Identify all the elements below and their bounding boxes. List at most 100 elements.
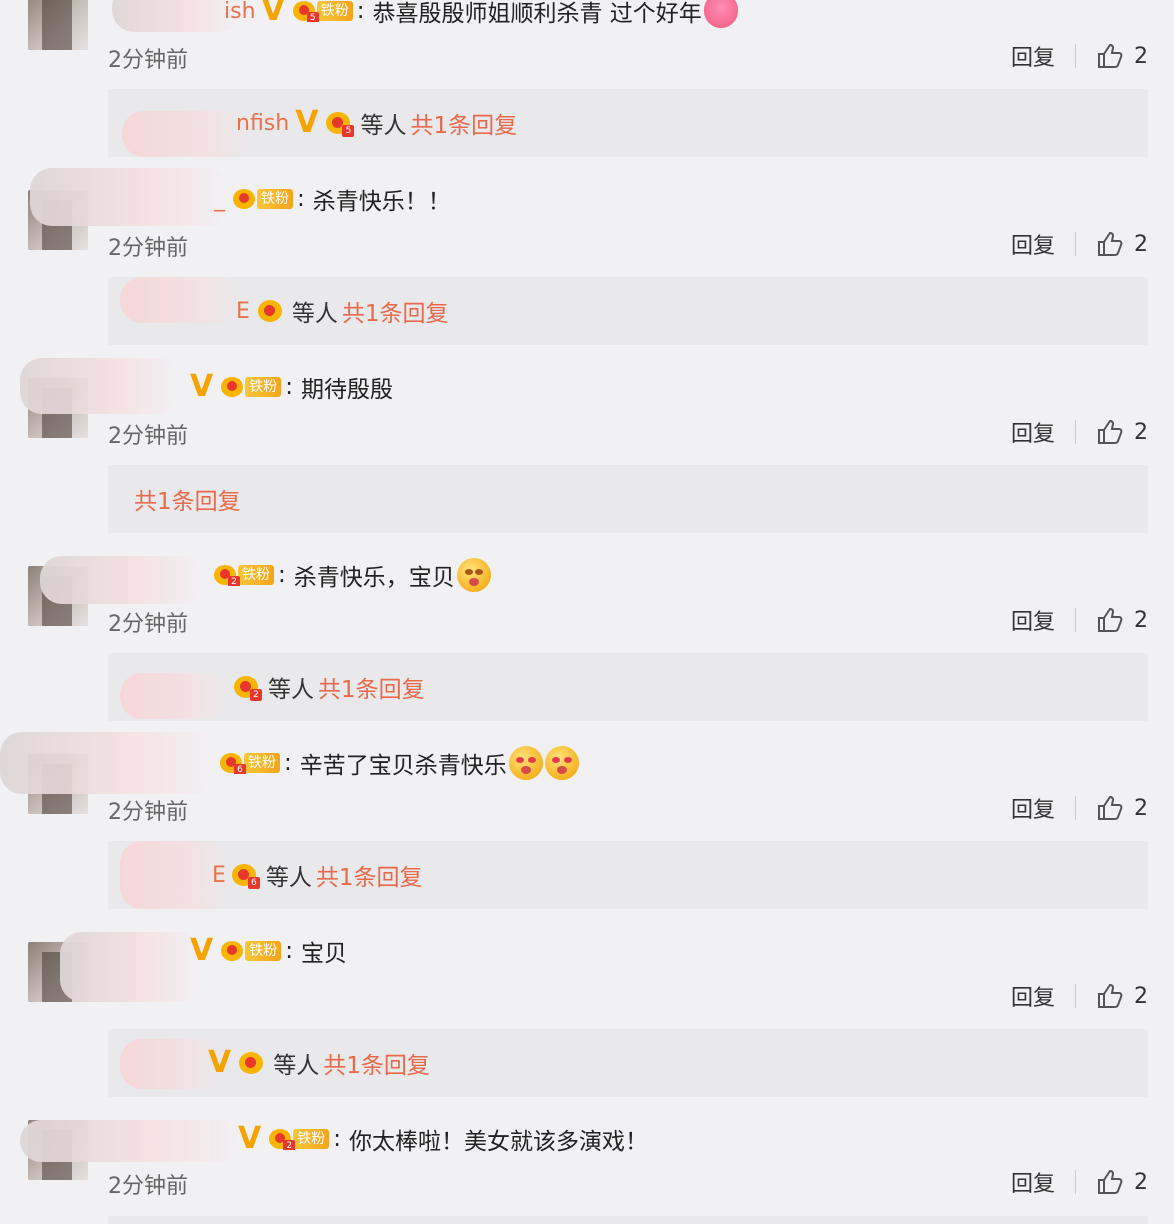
like-count: 2 — [1134, 43, 1148, 69]
verified-icon: V — [208, 1045, 232, 1080]
blurred-username — [20, 358, 180, 414]
fan-badge: 铁粉 — [219, 940, 282, 962]
heart-emoji-icon — [703, 0, 738, 28]
crown-icon — [219, 940, 247, 962]
blurred-username — [0, 732, 214, 794]
crown-icon: 2 — [232, 673, 262, 701]
heart-eyes-emoji-icon — [508, 746, 543, 780]
username[interactable]: _ — [214, 187, 225, 212]
fan-badge: 6 铁粉 — [218, 752, 280, 774]
thumbs-up-icon[interactable] — [1096, 230, 1124, 258]
sub-reply-count-link[interactable]: 共1条回复 — [316, 858, 423, 892]
kiss-emoji-icon — [456, 558, 491, 592]
comment-text: 期待殷殷 — [300, 377, 393, 403]
blurred-username — [122, 111, 252, 157]
sub-reply-people: 等人 — [265, 865, 312, 891]
like-count: 2 — [1134, 795, 1148, 821]
sub-reply-people: 等人 — [273, 1053, 320, 1079]
crown-icon — [231, 188, 259, 210]
blurred-username — [120, 673, 230, 719]
divider — [1075, 796, 1076, 820]
reply-button[interactable]: 回复 — [1011, 604, 1055, 636]
comment-text: 杀青快乐，宝贝 — [293, 565, 455, 591]
heart-eyes-emoji-icon — [544, 746, 579, 780]
comment-text: 宝贝 — [300, 941, 347, 967]
fan-tag: 铁粉 — [316, 1, 353, 21]
divider — [1075, 232, 1076, 256]
sub-reply-summary[interactable]: E 等人 共1条回复 — [108, 277, 1148, 345]
sub-reply-count-link[interactable]: 共1条回复 — [323, 1046, 430, 1080]
reply-button[interactable]: 回复 — [1011, 980, 1055, 1012]
crown-icon: 6 — [218, 752, 246, 774]
fan-badge: 2 铁粉 — [212, 564, 274, 586]
divider — [1075, 608, 1076, 632]
fan-badge: 5 铁粉 — [291, 0, 353, 22]
sub-username[interactable]: E — [212, 863, 226, 888]
like-count: 2 — [1134, 607, 1148, 633]
crown-icon: 6 — [230, 861, 260, 889]
timestamp: 2分钟前 — [108, 48, 188, 73]
fan-tag: 铁粉 — [293, 1129, 330, 1149]
sub-reply-count-link[interactable]: 共1条回复 — [134, 482, 241, 516]
comment-text: 恭喜殷殷师姐顺利杀青 过个好年 — [372, 1, 702, 27]
blurred-username — [120, 277, 240, 323]
timestamp: 2分钟前 — [108, 612, 188, 637]
thumbs-up-icon[interactable] — [1096, 982, 1124, 1010]
verified-icon: V — [295, 105, 319, 140]
fan-tag: 铁粉 — [244, 753, 280, 773]
sub-reply-count-link[interactable]: 共1条回复 — [342, 294, 449, 328]
crown-icon — [219, 376, 247, 398]
reply-button[interactable]: 回复 — [1011, 1166, 1055, 1198]
divider — [1075, 44, 1076, 68]
sub-reply-count-link[interactable]: 共1条回复 — [410, 106, 517, 140]
fan-badge: 铁粉 — [219, 376, 282, 398]
thumbs-up-icon[interactable] — [1096, 42, 1124, 70]
like-count: 2 — [1134, 231, 1148, 257]
sub-reply-summary[interactable]: nfish V 5 等人 共1条回复 — [108, 89, 1148, 157]
sub-reply-summary[interactable]: E 6 等人 共1条回复 — [108, 841, 1148, 909]
fan-badge: 2 铁粉 — [267, 1128, 330, 1150]
divider — [1075, 984, 1076, 1008]
sub-reply-summary[interactable]: 共1条回复 — [108, 465, 1148, 533]
blurred-username — [20, 1120, 242, 1162]
like-count: 2 — [1134, 983, 1148, 1009]
reply-button[interactable]: 回复 — [1011, 792, 1055, 824]
verified-icon: V — [190, 369, 214, 404]
thumbs-up-icon[interactable] — [1096, 794, 1124, 822]
sub-reply-summary[interactable]: 2 等人 共1条回复 — [108, 653, 1148, 721]
blurred-username — [30, 168, 230, 226]
reply-button[interactable]: 回复 — [1011, 416, 1055, 448]
timestamp: 2分钟前 — [108, 236, 188, 261]
username[interactable]: ish — [224, 0, 256, 24]
fan-tag: 铁粉 — [238, 565, 274, 585]
comment-text: 杀青快乐！！ — [312, 189, 451, 215]
avatar[interactable] — [28, 0, 88, 50]
fan-badge: 铁粉 — [231, 188, 293, 210]
blurred-username — [40, 556, 204, 604]
comment-text: 你太棒啦！美女就该多演戏！ — [348, 1129, 648, 1155]
fan-tag: 铁粉 — [245, 377, 282, 397]
verified-icon: V — [238, 1121, 262, 1156]
crown-icon: 2 — [267, 1128, 296, 1150]
sub-reply-summary[interactable]: V 等人 共1条回复 — [108, 1029, 1148, 1097]
thumbs-up-icon[interactable] — [1096, 1168, 1124, 1196]
sub-reply-count-link[interactable]: 共1条回复 — [318, 670, 425, 704]
sub-reply-people: 等人 — [268, 677, 314, 703]
crown-icon — [256, 297, 286, 325]
timestamp: 2分钟前 — [108, 424, 188, 449]
timestamp: 2分钟前 — [108, 1174, 188, 1199]
sub-username[interactable]: E — [236, 299, 250, 324]
thumbs-up-icon[interactable] — [1096, 418, 1124, 446]
fan-tag: 铁粉 — [257, 189, 293, 209]
divider — [1075, 1170, 1076, 1194]
like-count: 2 — [1134, 1169, 1148, 1195]
reply-button[interactable]: 回复 — [1011, 228, 1055, 260]
like-count: 2 — [1134, 419, 1148, 445]
crown-icon — [237, 1049, 267, 1077]
reply-button[interactable]: 回复 — [1011, 40, 1055, 72]
sub-username[interactable]: nfish — [236, 111, 289, 136]
thumbs-up-icon[interactable] — [1096, 606, 1124, 634]
blurred-username — [60, 932, 200, 1002]
sub-reply-summary-partial — [108, 1216, 1148, 1224]
sub-reply-people: 等人 — [360, 113, 407, 139]
